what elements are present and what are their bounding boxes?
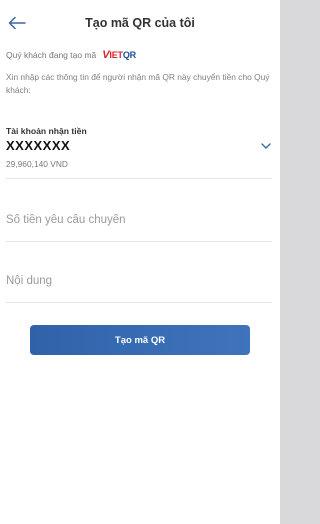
vietqr-logo: V IET QR bbox=[102, 49, 136, 61]
instruction-text: Xin nhập các thông tin để người nhận mã … bbox=[6, 72, 270, 95]
vietqr-logo-qr: QR bbox=[122, 50, 136, 60]
chevron-down-icon[interactable] bbox=[260, 141, 272, 151]
account-label: Tài khoản nhận tiền bbox=[6, 126, 87, 136]
account-balance: 29,960,140 VND bbox=[6, 159, 68, 169]
account-number: XXXXXXX bbox=[6, 138, 71, 153]
amount-input[interactable] bbox=[6, 214, 272, 226]
amount-field bbox=[6, 199, 272, 242]
create-qr-button[interactable]: Tạo mã QR bbox=[30, 325, 250, 355]
content-input[interactable] bbox=[6, 275, 272, 287]
creating-text: Quý khách đang tạo mã bbox=[6, 50, 97, 60]
vietqr-logo-v: V bbox=[102, 49, 110, 61]
content-field bbox=[6, 260, 272, 303]
creating-notice: Quý khách đang tạo mã V IET QR bbox=[6, 49, 136, 61]
receiving-account-selector[interactable]: Tài khoản nhận tiền XXXXXXX 29,960,140 V… bbox=[6, 124, 272, 179]
vietqr-logo-iet: IET bbox=[109, 50, 123, 60]
page-title: Tạo mã QR của tôi bbox=[85, 16, 195, 30]
screen: Tạo mã QR của tôi Quý khách đang tạo mã … bbox=[0, 0, 280, 524]
header: Tạo mã QR của tôi bbox=[0, 0, 280, 46]
